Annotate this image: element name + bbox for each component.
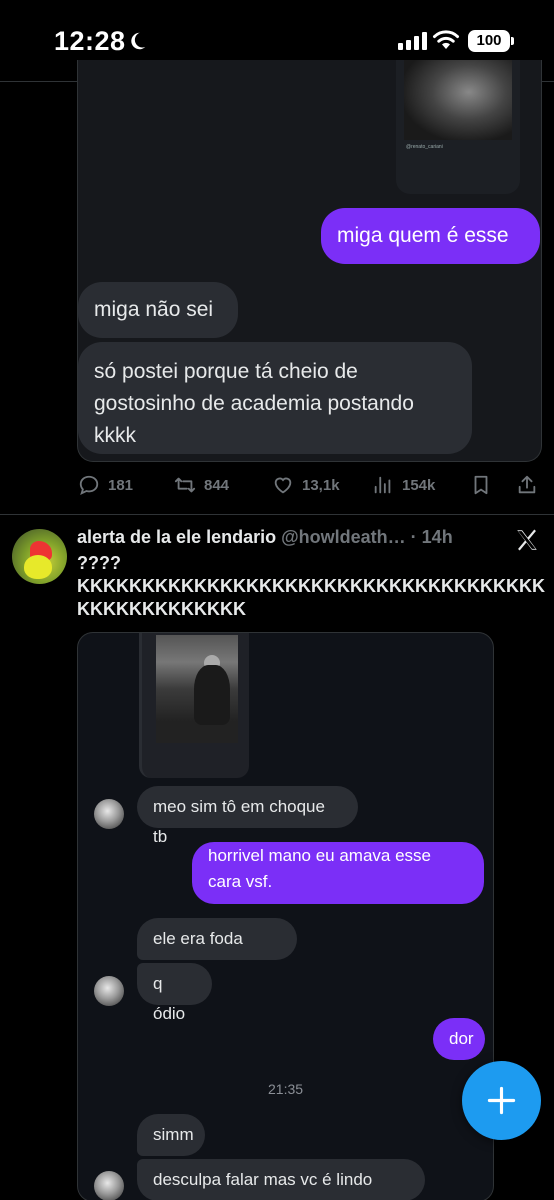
user-handle[interactable]: @howldeath… <box>281 527 406 547</box>
x-logo-icon[interactable] <box>514 527 540 553</box>
chat-bubble-incoming: desculpa falar mas vc é lindo dms <box>137 1159 425 1200</box>
chat-bubble-incoming: q ódio <box>137 963 212 1023</box>
chat-timestamp: 21:35 <box>268 1081 304 1097</box>
tweet2-embedded-image[interactable]: meo sim tô em choque tb horrivel mano eu… <box>77 632 494 1200</box>
bookmark-icon <box>474 475 488 495</box>
tweet2-header: alerta de la ele lendario @howldeath… · … <box>77 527 477 551</box>
chat-bubble-incoming: miga não sei <box>78 282 238 338</box>
views-icon <box>374 476 391 494</box>
chat-shared-story-thumbnail: @renato_cariani <box>396 60 520 194</box>
repost-icon <box>174 477 196 493</box>
header-separator: · <box>405 527 422 547</box>
battery-indicator: 100 <box>468 30 514 52</box>
tweet-text: ???? KKKKKKKKKKKKKKKKKKKKKKKKKKKKKKKKKKK… <box>77 553 545 619</box>
chat-avatar <box>94 976 124 1006</box>
chat-bubble-outgoing: miga quem é esse <box>321 208 540 264</box>
shared-photo-caption: @renato_cariani <box>406 144 443 150</box>
share-icon <box>518 475 536 494</box>
chat-avatar <box>94 1171 124 1200</box>
chat-bubble-incoming: meo sim tô em choque tb <box>137 786 358 846</box>
chat-bubble-incoming: ele era foda msm <box>137 918 297 978</box>
compose-button[interactable] <box>462 1061 541 1140</box>
moon-icon <box>131 32 146 50</box>
reply-icon <box>79 475 99 495</box>
tweet-divider <box>0 514 554 515</box>
chat-bubble-outgoing: horrivel mano eu amava esse cara vsf. <box>192 842 484 904</box>
shared-photo <box>404 60 512 140</box>
like-count: 13,1k <box>302 476 340 494</box>
tweet-time: 14h <box>421 527 453 547</box>
chat-bubble-incoming: simm <box>137 1114 205 1156</box>
chat-bubble-outgoing: dor <box>433 1018 485 1060</box>
like-button[interactable]: 13,1k <box>272 474 340 496</box>
tweet1-action-bar: 181 844 13,1k 154k <box>78 470 544 500</box>
reply-quote-bar <box>139 633 141 778</box>
display-name[interactable]: alerta de la ele lendario <box>77 527 276 547</box>
tweet1-embedded-image[interactable]: @renato_cariani miga quem é esse miga nã… <box>77 60 542 462</box>
compose-plus-icon <box>487 1086 516 1115</box>
chat-shared-story-thumbnail <box>139 633 249 778</box>
wifi-icon <box>433 30 459 49</box>
share-button[interactable] <box>516 474 538 496</box>
views-count: 154k <box>402 476 436 494</box>
views-button[interactable]: 154k <box>372 474 435 496</box>
chat-avatar <box>94 799 124 829</box>
status-time: 12:28 <box>54 26 126 56</box>
repost-count: 844 <box>204 476 230 494</box>
avatar[interactable] <box>12 529 67 584</box>
bookmark-button[interactable] <box>470 474 492 496</box>
like-icon <box>274 477 292 494</box>
repost-button[interactable]: 844 <box>174 474 229 496</box>
photo-person-body <box>194 665 230 725</box>
shared-photo <box>156 635 238 743</box>
reply-count: 181 <box>108 476 134 494</box>
reply-button[interactable]: 181 <box>78 474 133 496</box>
signal-icon <box>398 32 427 50</box>
chat-bubble-incoming: só postei porque tá cheio de gostosinho … <box>78 342 472 454</box>
